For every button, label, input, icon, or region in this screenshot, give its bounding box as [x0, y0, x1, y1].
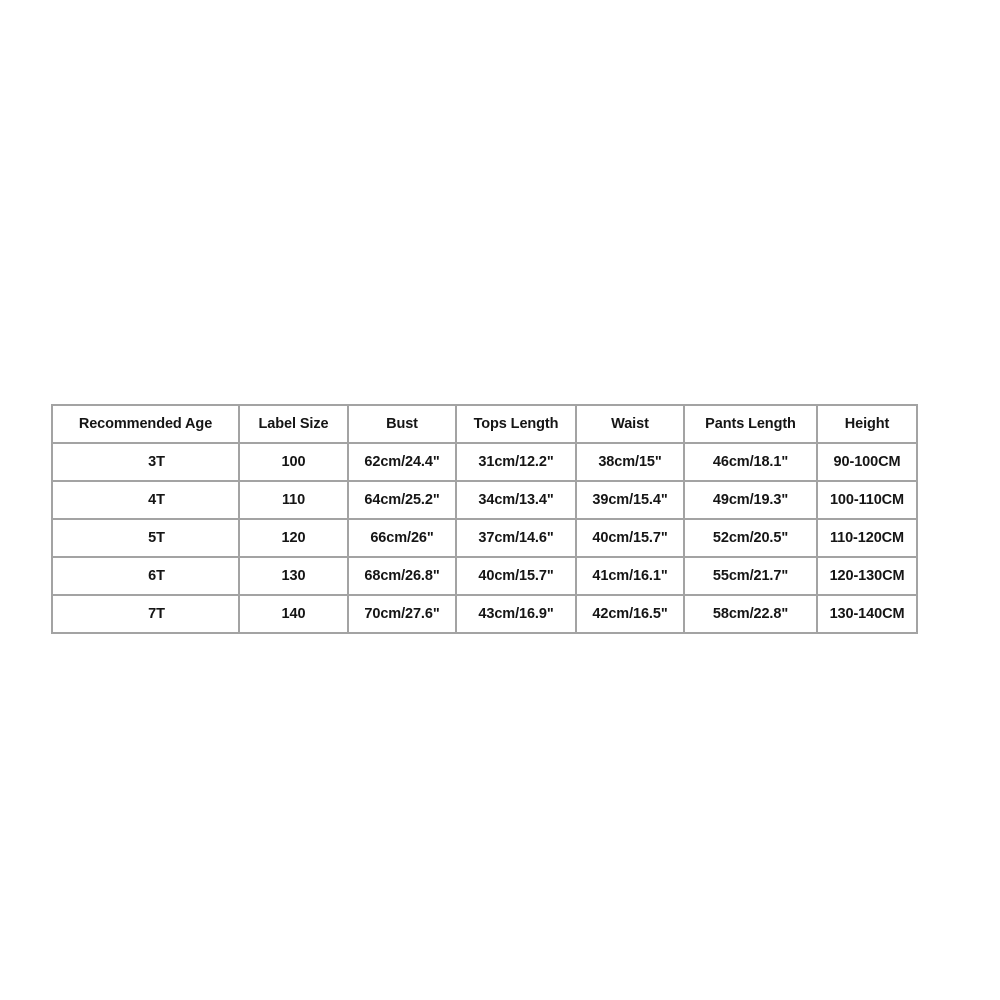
- table-row: 7T 140 70cm/27.6" 43cm/16.9" 42cm/16.5" …: [51, 594, 918, 634]
- cell-waist: 39cm/15.4": [575, 480, 685, 520]
- column-header-pants-length: Pants Length: [683, 404, 818, 444]
- column-header-height: Height: [816, 404, 918, 444]
- cell-pants-length: 49cm/19.3": [683, 480, 818, 520]
- cell-waist: 41cm/16.1": [575, 556, 685, 596]
- cell-recommended-age: 5T: [51, 518, 240, 558]
- cell-bust: 66cm/26": [347, 518, 457, 558]
- cell-label-size: 100: [238, 442, 349, 482]
- cell-waist: 38cm/15": [575, 442, 685, 482]
- cell-bust: 68cm/26.8": [347, 556, 457, 596]
- cell-pants-length: 58cm/22.8": [683, 594, 818, 634]
- size-chart-container: Recommended Age Label Size Bust Tops Len…: [51, 404, 918, 634]
- column-header-recommended-age: Recommended Age: [51, 404, 240, 444]
- column-header-waist: Waist: [575, 404, 685, 444]
- cell-waist: 42cm/16.5": [575, 594, 685, 634]
- cell-recommended-age: 4T: [51, 480, 240, 520]
- cell-bust: 64cm/25.2": [347, 480, 457, 520]
- cell-pants-length: 52cm/20.5": [683, 518, 818, 558]
- table-row: 5T 120 66cm/26" 37cm/14.6" 40cm/15.7" 52…: [51, 518, 918, 558]
- cell-waist: 40cm/15.7": [575, 518, 685, 558]
- size-chart-table: Recommended Age Label Size Bust Tops Len…: [51, 404, 918, 634]
- cell-label-size: 140: [238, 594, 349, 634]
- cell-tops-length: 43cm/16.9": [455, 594, 577, 634]
- column-header-tops-length: Tops Length: [455, 404, 577, 444]
- cell-height: 90-100CM: [816, 442, 918, 482]
- column-header-label-size: Label Size: [238, 404, 349, 444]
- cell-recommended-age: 3T: [51, 442, 240, 482]
- cell-tops-length: 37cm/14.6": [455, 518, 577, 558]
- cell-tops-length: 34cm/13.4": [455, 480, 577, 520]
- cell-height: 100-110CM: [816, 480, 918, 520]
- table-row: 3T 100 62cm/24.4" 31cm/12.2" 38cm/15" 46…: [51, 442, 918, 482]
- cell-tops-length: 31cm/12.2": [455, 442, 577, 482]
- cell-bust: 70cm/27.6": [347, 594, 457, 634]
- cell-height: 120-130CM: [816, 556, 918, 596]
- cell-recommended-age: 6T: [51, 556, 240, 596]
- table-body: 3T 100 62cm/24.4" 31cm/12.2" 38cm/15" 46…: [51, 442, 918, 634]
- table-row: 6T 130 68cm/26.8" 40cm/15.7" 41cm/16.1" …: [51, 556, 918, 596]
- cell-pants-length: 46cm/18.1": [683, 442, 818, 482]
- table-row: 4T 110 64cm/25.2" 34cm/13.4" 39cm/15.4" …: [51, 480, 918, 520]
- cell-label-size: 130: [238, 556, 349, 596]
- table-header: Recommended Age Label Size Bust Tops Len…: [51, 404, 918, 444]
- cell-label-size: 110: [238, 480, 349, 520]
- cell-height: 110-120CM: [816, 518, 918, 558]
- cell-tops-length: 40cm/15.7": [455, 556, 577, 596]
- cell-recommended-age: 7T: [51, 594, 240, 634]
- cell-label-size: 120: [238, 518, 349, 558]
- cell-height: 130-140CM: [816, 594, 918, 634]
- cell-pants-length: 55cm/21.7": [683, 556, 818, 596]
- table-header-row: Recommended Age Label Size Bust Tops Len…: [51, 404, 918, 444]
- cell-bust: 62cm/24.4": [347, 442, 457, 482]
- column-header-bust: Bust: [347, 404, 457, 444]
